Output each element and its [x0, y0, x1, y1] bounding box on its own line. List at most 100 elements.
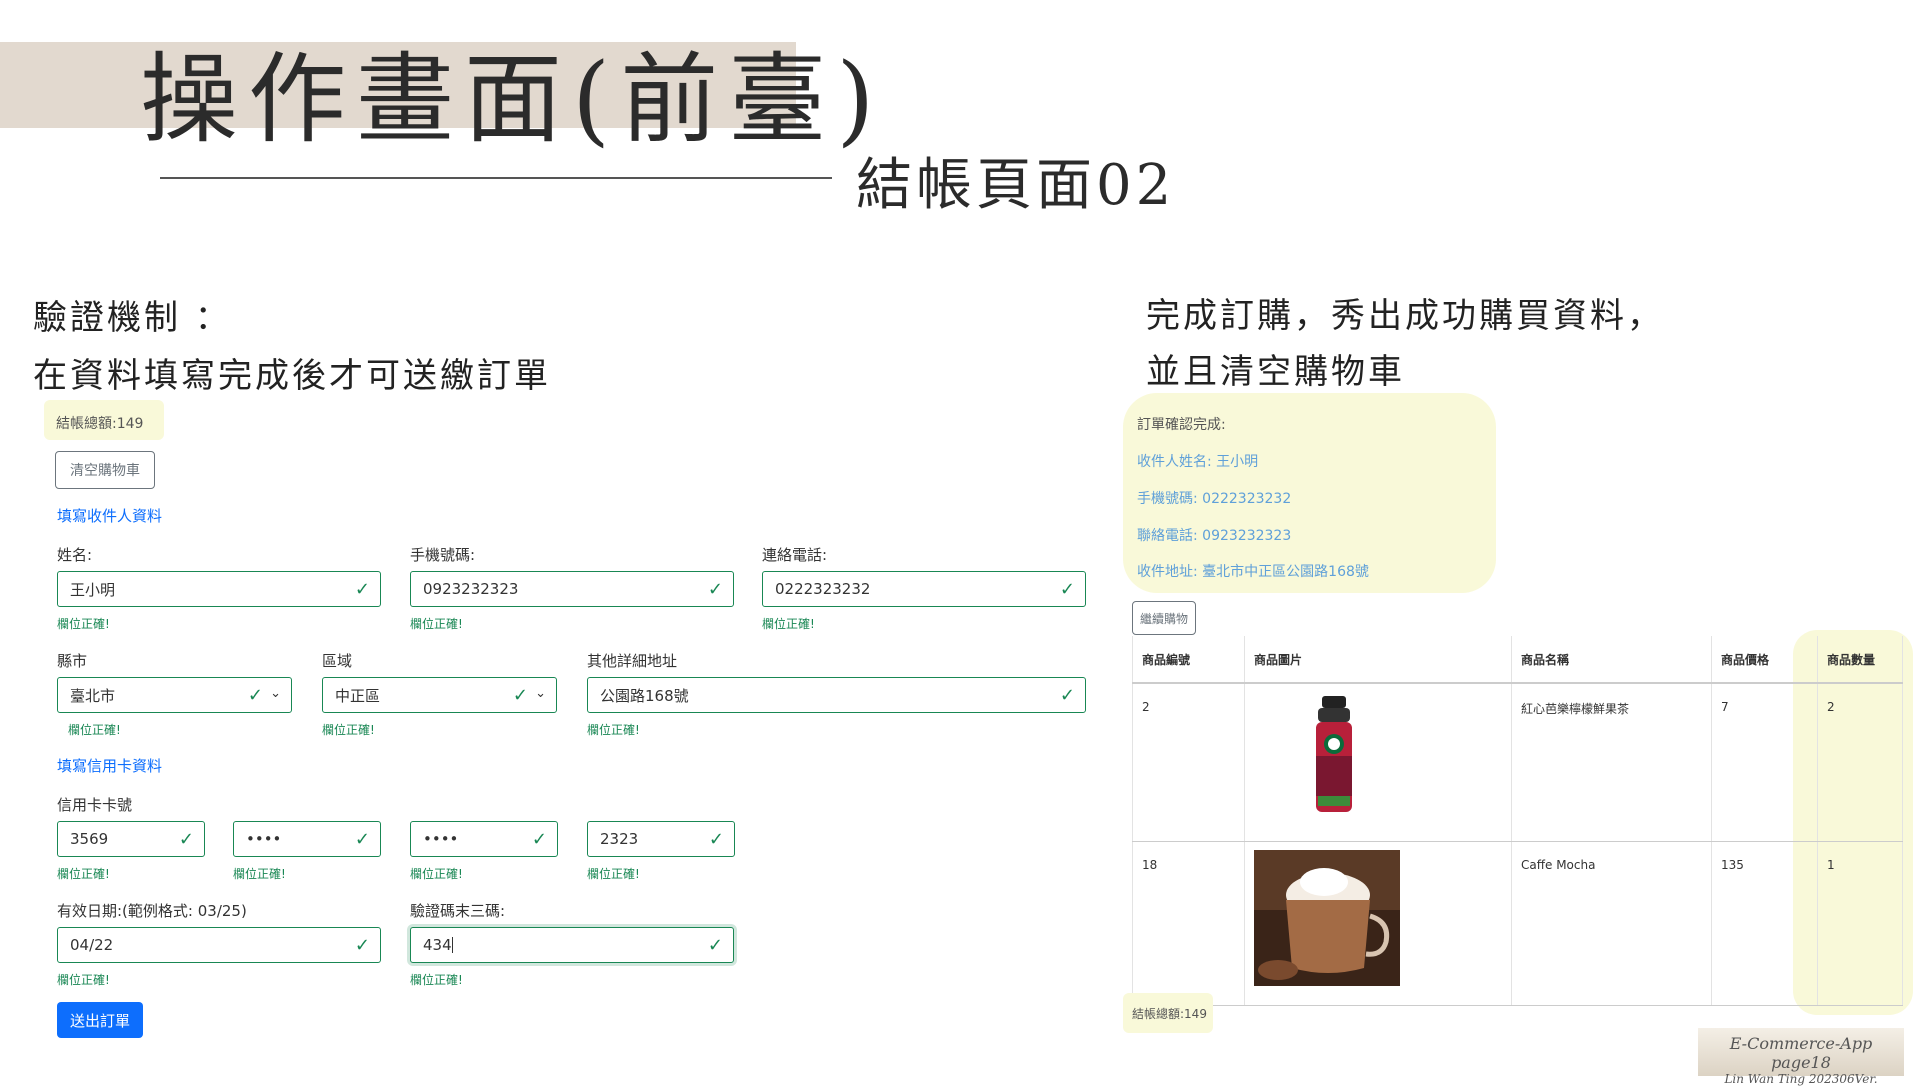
clear-cart-button[interactable]: 清空購物車 [55, 451, 155, 489]
cell-image [1244, 683, 1512, 842]
footer-badge: E-Commerce-App page18 Lin Wan Ting 20230… [1698, 1028, 1904, 1086]
phone-label: 連絡電話: [762, 546, 828, 564]
phone-input[interactable]: 0222323232 ✓ [762, 571, 1086, 607]
check-icon: ✓ [1059, 579, 1075, 600]
mobile-value: 0923232323 [423, 580, 519, 598]
address-valid-text: 欄位正確! [587, 723, 640, 737]
card-input-3[interactable]: •••• ✓ [410, 821, 558, 857]
header-image: 商品圖片 [1244, 636, 1512, 684]
confirmation-recipient: 收件人姓名: 王小明 [1137, 454, 1259, 470]
cvv-value: 434 [423, 936, 452, 954]
card-section-link[interactable]: 填寫信用卡資料 [57, 755, 162, 776]
name-value: 王小明 [70, 580, 116, 599]
card-input-2[interactable]: •••• ✓ [233, 821, 381, 857]
card-2-valid-text: 欄位正確! [233, 867, 286, 881]
slide-title: 操作畫面(前臺) [140, 43, 885, 157]
recipient-section-link[interactable]: 填寫收件人資料 [57, 505, 162, 526]
order-total: 結帳總額:149 [1132, 1007, 1207, 1021]
header-name: 商品名稱 [1511, 636, 1712, 684]
cell-name: Caffe Mocha [1511, 841, 1712, 1006]
confirmation-phone: 聯絡電話: 0923232323 [1137, 528, 1292, 544]
cell-qty: 1 [1817, 841, 1903, 1006]
cvv-valid-text: 欄位正確! [410, 973, 463, 987]
check-icon: ✓ [354, 935, 370, 956]
card-input-4[interactable]: 2323 ✓ [587, 821, 735, 857]
phone-valid-text: 欄位正確! [762, 617, 815, 631]
district-value: 中正區 [335, 686, 381, 705]
table-row: 2 紅心芭樂檸檬鮮果茶 7 2 [1132, 683, 1903, 842]
district-valid-text: 欄位正確! [322, 723, 375, 737]
expiry-label: 有效日期:(範例格式: 03/25) [57, 902, 247, 920]
cell-price: 135 [1711, 841, 1818, 1006]
cell-qty: 2 [1817, 683, 1903, 842]
right-note-line2: 並且清空購物車 [1146, 352, 1405, 392]
header-qty: 商品數量 [1817, 636, 1903, 684]
slide-subtitle: 結帳頁面02 [856, 153, 1176, 218]
address-label: 其他詳細地址 [587, 652, 678, 670]
cell-name: 紅心芭樂檸檬鮮果茶 [1511, 683, 1712, 842]
card-3-value: •••• [423, 830, 459, 848]
card-2-value: •••• [246, 830, 282, 848]
county-label: 縣市 [57, 652, 88, 670]
expiry-input[interactable]: 04/22 ✓ [57, 927, 381, 963]
mobile-valid-text: 欄位正確! [410, 617, 463, 631]
mocha-cup-image [1254, 849, 1400, 986]
title-underline [160, 177, 832, 179]
chevron-down-icon: ⌄ [270, 686, 281, 701]
table-row: 18 Caffe Mocha 135 1 [1132, 841, 1903, 1006]
cart-table: 商品編號 商品圖片 商品名稱 商品價格 商品數量 2 紅心芭樂檸檬鮮果茶 7 2… [1132, 636, 1903, 1006]
card-label: 信用卡卡號 [57, 796, 133, 814]
card-1-valid-text: 欄位正確! [57, 867, 110, 881]
name-valid-text: 欄位正確! [57, 617, 110, 631]
cell-id: 18 [1132, 841, 1245, 1006]
check-icon: ✓ [531, 829, 547, 850]
card-4-value: 2323 [600, 830, 639, 848]
footer-line2: Lin Wan Ting 202306Ver. [1724, 1072, 1878, 1086]
right-note-line1: 完成訂購，秀出成功購買資料， [1146, 296, 1664, 336]
check-icon: ✓ [354, 829, 370, 850]
text-cursor [451, 937, 453, 953]
check-icon: ✓ [708, 829, 724, 850]
check-icon: ✓ [512, 685, 528, 706]
header-price: 商品價格 [1711, 636, 1818, 684]
card-input-1[interactable]: 3569 ✓ [57, 821, 205, 857]
card-4-valid-text: 欄位正確! [587, 867, 640, 881]
cvv-input[interactable]: 434 ✓ [410, 927, 734, 963]
county-value: 臺北市 [70, 686, 116, 705]
check-icon: ✓ [707, 579, 723, 600]
cell-image [1244, 841, 1512, 1006]
expiry-value: 04/22 [70, 936, 114, 954]
left-note-line2: 在資料填寫完成後才可送繳訂單 [33, 356, 551, 396]
confirmation-mobile: 手機號碼: 0222323232 [1137, 491, 1292, 507]
confirmation-address: 收件地址: 臺北市中正區公園路168號 [1137, 564, 1369, 580]
name-input[interactable]: 王小明 ✓ [57, 571, 381, 607]
district-label: 區域 [322, 652, 353, 670]
cvv-label: 驗證碼末三碼: [410, 902, 506, 920]
chevron-down-icon: ⌄ [535, 686, 546, 701]
bottle-drink-image [1316, 696, 1352, 812]
checkout-total: 結帳總額:149 [56, 416, 144, 432]
county-select[interactable]: 臺北市 ✓ ⌄ [57, 677, 292, 713]
check-icon: ✓ [178, 829, 194, 850]
header-id: 商品編號 [1132, 636, 1245, 684]
mobile-input[interactable]: 0923232323 ✓ [410, 571, 734, 607]
cell-id: 2 [1132, 683, 1245, 842]
card-3-valid-text: 欄位正確! [410, 867, 463, 881]
submit-order-button[interactable]: 送出訂單 [57, 1002, 143, 1038]
check-icon: ✓ [707, 935, 723, 956]
district-select[interactable]: 中正區 ✓ ⌄ [322, 677, 557, 713]
footer-line1: E-Commerce-App page18 [1729, 1034, 1873, 1072]
address-value: 公園路168號 [600, 686, 689, 705]
phone-value: 0222323232 [775, 580, 871, 598]
check-icon: ✓ [1059, 685, 1075, 706]
cart-header-row: 商品編號 商品圖片 商品名稱 商品價格 商品數量 [1132, 636, 1903, 684]
confirmation-heading: 訂單確認完成: [1137, 417, 1226, 433]
continue-shopping-button[interactable]: 繼續購物 [1132, 601, 1196, 635]
county-valid-text: 欄位正確! [68, 723, 121, 737]
cell-price: 7 [1711, 683, 1818, 842]
left-note-line1: 驗證機制 ： [33, 298, 232, 338]
check-icon: ✓ [354, 579, 370, 600]
address-input[interactable]: 公園路168號 ✓ [587, 677, 1086, 713]
check-icon: ✓ [247, 685, 263, 706]
card-1-value: 3569 [70, 830, 109, 848]
